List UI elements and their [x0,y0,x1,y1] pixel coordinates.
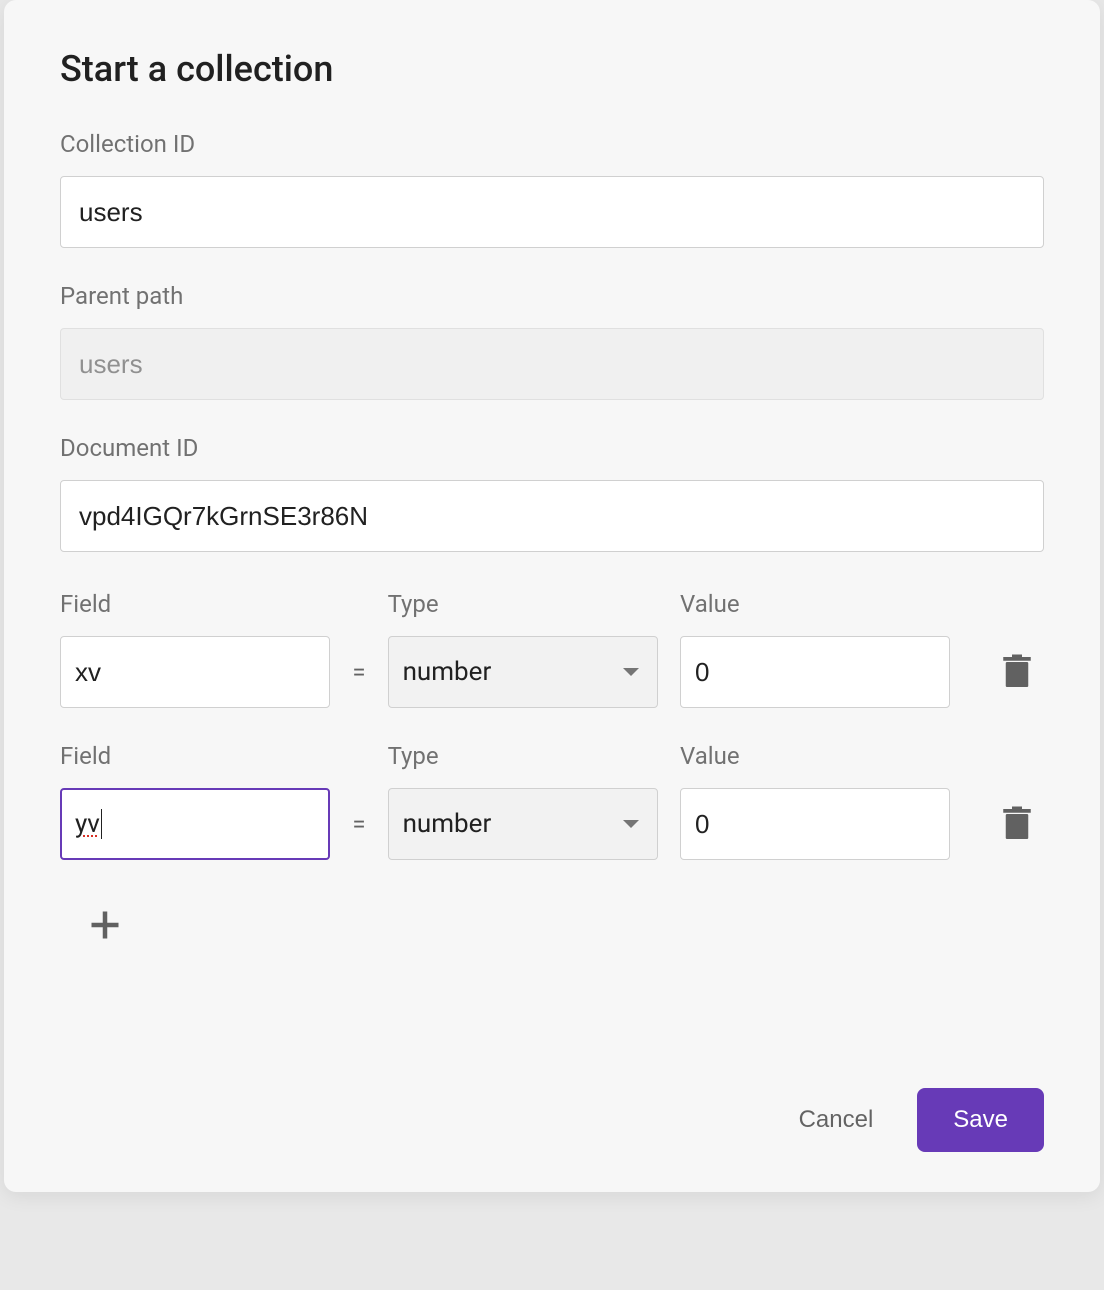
dialog-actions: Cancel Save [791,1088,1044,1152]
field-row: Field yv = Type number Value [60,742,1044,860]
document-id-group: Document ID [60,434,1044,552]
field-header: Field [60,742,330,770]
plus-icon [87,907,123,943]
equals-sign: = [352,636,365,708]
field-header: Field [60,590,330,618]
chevron-down-icon [623,668,639,676]
fields-area: Field = Type number Value [60,590,1044,950]
field-row: Field = Type number Value [60,590,1044,708]
parent-path-group: Parent path [60,282,1044,400]
field-type-select[interactable]: number [388,636,658,708]
chevron-down-icon [623,820,639,828]
dialog-title: Start a collection [60,48,1044,90]
equals-sign: = [352,788,365,860]
type-header: Type [388,742,658,770]
field-type-value: number [403,657,492,687]
field-name-input[interactable] [60,636,330,708]
field-value-input[interactable] [680,636,950,708]
start-collection-dialog: Start a collection Collection ID Parent … [4,0,1100,1192]
document-id-input[interactable] [60,480,1044,552]
collection-id-group: Collection ID [60,130,1044,248]
field-type-select[interactable]: number [388,788,658,860]
field-type-value: number [403,809,492,839]
cancel-button[interactable]: Cancel [791,1090,882,1150]
save-button[interactable]: Save [917,1088,1044,1152]
field-value-input[interactable] [680,788,950,860]
parent-path-input [60,328,1044,400]
text-cursor [101,809,102,839]
trash-icon [1002,654,1032,690]
trash-icon [1002,806,1032,842]
type-header: Type [388,590,658,618]
value-header: Value [680,742,950,770]
delete-field-button[interactable] [990,788,1044,860]
collection-id-label: Collection ID [60,130,1044,158]
field-name-input[interactable]: yv [60,788,330,860]
value-header: Value [680,590,950,618]
collection-id-input[interactable] [60,176,1044,248]
document-id-label: Document ID [60,434,1044,462]
parent-path-label: Parent path [60,282,1044,310]
add-field-button[interactable] [80,900,130,950]
delete-field-button[interactable] [990,636,1044,708]
field-name-value: yv [75,809,100,839]
